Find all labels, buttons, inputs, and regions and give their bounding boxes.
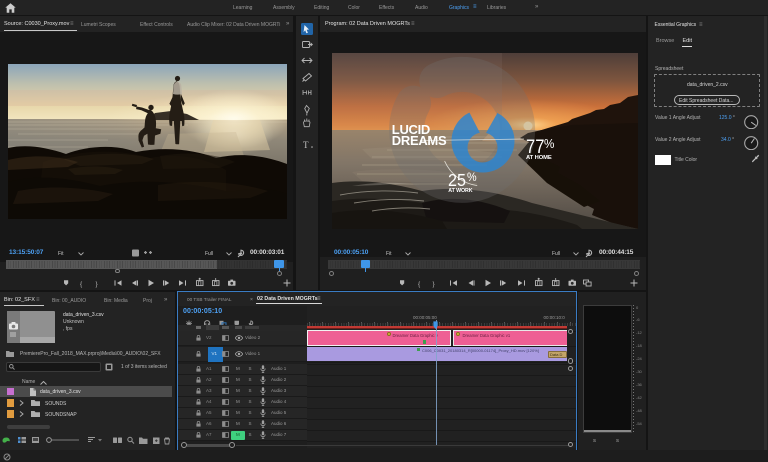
- svg-text:{: {: [418, 281, 421, 288]
- svg-text:}: }: [96, 281, 99, 288]
- svg-text:{: {: [80, 281, 83, 288]
- svg-text:}: }: [433, 281, 436, 288]
- svg-text:T: T: [303, 140, 309, 150]
